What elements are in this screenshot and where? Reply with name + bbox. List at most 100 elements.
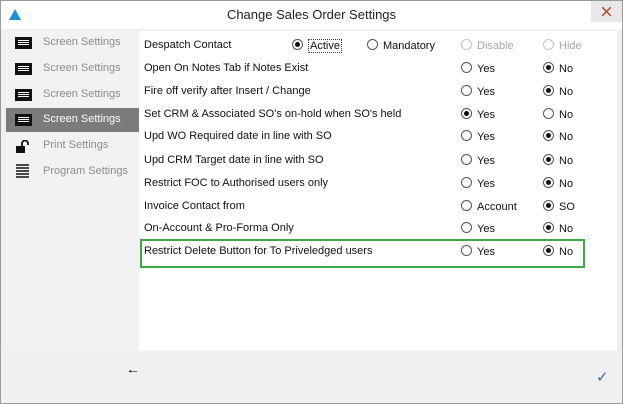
settings-window: Change Sales Order Settings Screen Setti… [0, 0, 623, 404]
sidebar-item-label: Print Settings [43, 139, 109, 151]
radio-hide[interactable]: Hide [543, 39, 582, 52]
sidebar-item-label: Screen Settings [43, 88, 121, 100]
collapse-arrow-icon[interactable]: 🠐 [128, 363, 138, 382]
option-label: No [559, 246, 574, 258]
option-label: No [559, 178, 574, 190]
radio-icon [543, 154, 554, 165]
radio-icon [543, 222, 554, 233]
option-label: Active [308, 39, 342, 53]
radio-no[interactable]: No [543, 245, 573, 258]
setting-row-despatch-contact: Despatch Contact Active Mandatory Disabl… [139, 35, 617, 57]
radio-icon [461, 130, 472, 141]
sidebar-item-screen-settings-3[interactable]: Screen Settings [6, 83, 139, 107]
option-label: No [559, 131, 574, 143]
radio-so[interactable]: SO [543, 200, 575, 213]
setting-label: Restrict Delete Button for To Priveledge… [144, 245, 373, 257]
radio-no[interactable]: No [543, 222, 573, 235]
radio-icon [461, 108, 472, 119]
radio-icon [292, 39, 303, 50]
sidebar-item-label: Screen Settings [43, 36, 121, 48]
sidebar-item-screen-settings-4[interactable]: Screen Settings [6, 108, 139, 132]
option-label: Yes [477, 109, 495, 121]
radio-no[interactable]: No [543, 130, 573, 143]
radio-yes[interactable]: Yes [461, 222, 495, 235]
close-icon [602, 7, 611, 16]
option-label: Yes [477, 246, 495, 258]
option-label: Yes [477, 178, 495, 190]
setting-label: Upd WO Required date in line with SO [144, 130, 332, 142]
unlock-icon [15, 139, 32, 153]
sidebar-item-print-settings[interactable]: Print Settings [6, 134, 139, 158]
setting-row-restrict-foc: Restrict FOC to Authorised users only Ye… [139, 173, 617, 195]
radio-yes[interactable]: Yes [461, 108, 495, 121]
setting-row-upd-wo-date: Upd WO Required date in line with SO Yes… [139, 126, 617, 148]
option-label: No [559, 223, 574, 235]
radio-icon [543, 39, 554, 50]
radio-no[interactable]: No [543, 108, 573, 121]
setting-label: Upd CRM Target date in line with SO [144, 154, 324, 166]
radio-icon [461, 39, 472, 50]
setting-label: Invoice Contact from [144, 200, 245, 212]
radio-icon [543, 200, 554, 211]
radio-icon [543, 245, 554, 256]
radio-no[interactable]: No [543, 62, 573, 75]
setting-label: Despatch Contact [144, 39, 232, 51]
setting-row-fire-verify: Fire off verify after Insert / Change Ye… [139, 81, 617, 103]
radio-yes[interactable]: Yes [461, 245, 495, 258]
radio-yes[interactable]: Yes [461, 85, 495, 98]
document-lines-icon [15, 164, 32, 178]
keyboard-icon [15, 114, 32, 126]
radio-disable[interactable]: Disable [461, 39, 514, 52]
option-label: Hide [559, 40, 582, 52]
sidebar-item-label: Program Settings [43, 165, 128, 177]
radio-icon [461, 200, 472, 211]
radio-account[interactable]: Account [461, 200, 517, 213]
keyboard-icon [15, 37, 32, 49]
setting-row-notes-tab: Open On Notes Tab if Notes Exist Yes No [139, 58, 617, 80]
option-label: Yes [477, 86, 495, 98]
radio-icon [461, 85, 472, 96]
radio-yes[interactable]: Yes [461, 62, 495, 75]
setting-row-restrict-delete: Restrict Delete Button for To Priveledge… [139, 241, 617, 263]
setting-label: On-Account & Pro-Forma Only [144, 222, 294, 234]
radio-yes[interactable]: Yes [461, 177, 495, 190]
radio-icon [461, 245, 472, 256]
radio-active[interactable]: Active [292, 39, 342, 53]
radio-yes[interactable]: Yes [461, 130, 495, 143]
radio-mandatory[interactable]: Mandatory [367, 39, 435, 52]
radio-yes[interactable]: Yes [461, 154, 495, 167]
radio-icon [543, 62, 554, 73]
sidebar-item-screen-settings-1[interactable]: Screen Settings [6, 31, 139, 55]
radio-icon [461, 177, 472, 188]
sidebar-item-label: Screen Settings [43, 113, 121, 125]
radio-no[interactable]: No [543, 177, 573, 190]
option-label: No [559, 63, 574, 75]
radio-no[interactable]: No [543, 154, 573, 167]
radio-no[interactable]: No [543, 85, 573, 98]
ok-checkmark-button[interactable]: ✓ [596, 368, 609, 386]
radio-icon [367, 39, 378, 50]
setting-row-upd-crm-date: Upd CRM Target date in line with SO Yes … [139, 150, 617, 172]
sidebar-item-label: Screen Settings [43, 62, 121, 74]
setting-label: Fire off verify after Insert / Change [144, 85, 311, 97]
keyboard-icon [15, 63, 32, 75]
option-label: SO [559, 201, 575, 213]
settings-panel: Despatch Contact Active Mandatory Disabl… [139, 31, 617, 351]
close-button[interactable] [591, 1, 622, 22]
title-bar: Change Sales Order Settings [1, 1, 622, 29]
radio-icon [461, 222, 472, 233]
setting-row-invoice-contact: Invoice Contact from Account SO [139, 196, 617, 218]
radio-icon [543, 130, 554, 141]
option-label: Disable [477, 40, 514, 52]
radio-icon [543, 85, 554, 96]
option-label: No [559, 155, 574, 167]
option-label: Account [477, 201, 517, 213]
setting-row-on-account: On-Account & Pro-Forma Only Yes No [139, 218, 617, 240]
setting-label: Restrict FOC to Authorised users only [144, 177, 329, 189]
option-label: Mandatory [383, 40, 435, 52]
option-label: Yes [477, 63, 495, 75]
setting-label: Set CRM & Associated SO's on-hold when S… [144, 108, 402, 120]
keyboard-icon [15, 89, 32, 101]
sidebar-item-screen-settings-2[interactable]: Screen Settings [6, 57, 139, 81]
sidebar-item-program-settings[interactable]: Program Settings [6, 160, 139, 184]
